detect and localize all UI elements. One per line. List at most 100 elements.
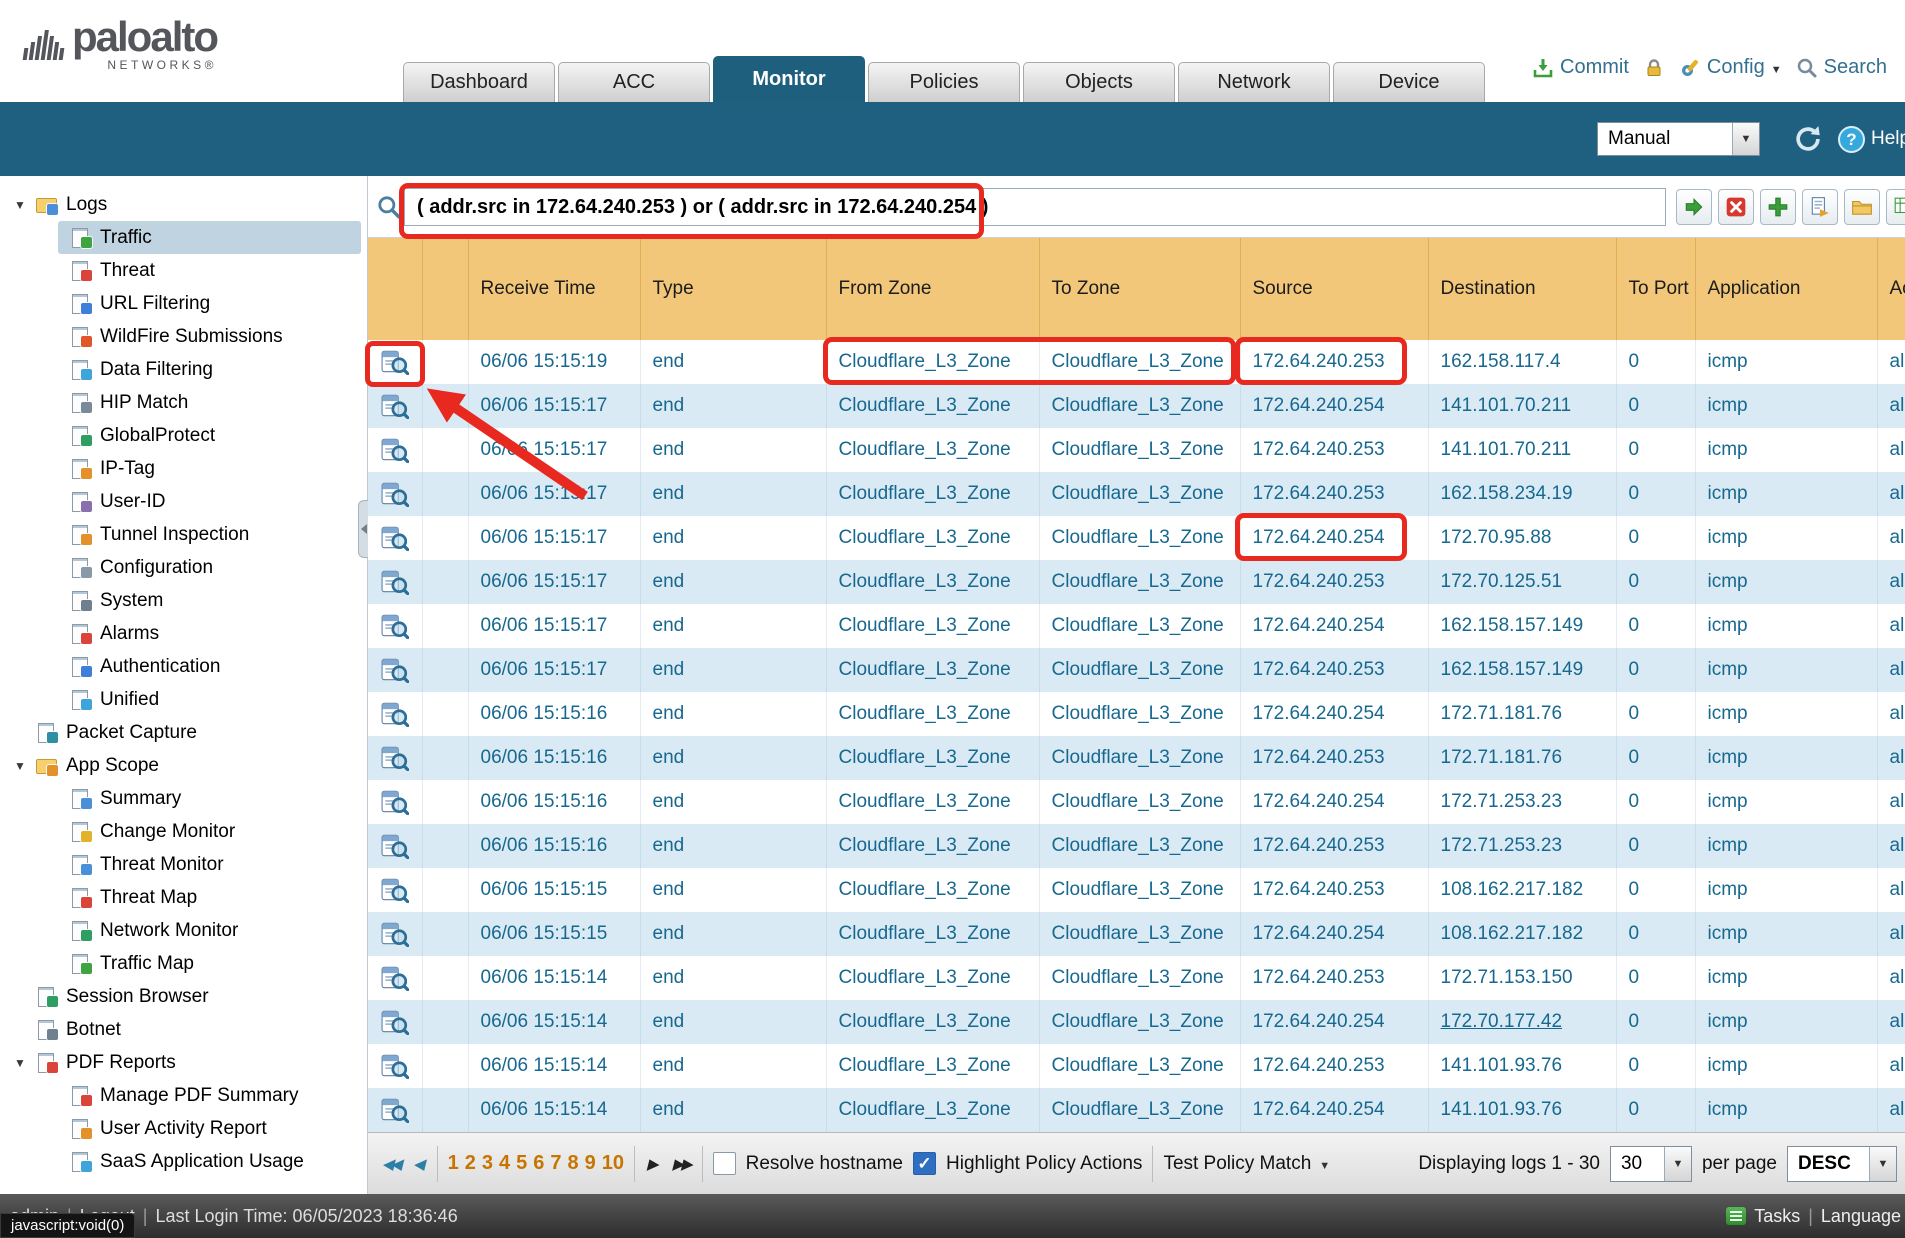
cell-action[interactable]: allow xyxy=(1877,1000,1905,1044)
cell-source[interactable]: 172.64.240.253 xyxy=(1240,560,1428,604)
sidebar-item-threat[interactable]: Threat xyxy=(58,254,361,287)
cell-to-zone[interactable]: Cloudflare_L3_Zone xyxy=(1039,1088,1240,1132)
cell-to-port[interactable]: 0 xyxy=(1616,736,1695,780)
cell-from-zone[interactable]: Cloudflare_L3_Zone xyxy=(826,692,1039,736)
cell-application[interactable]: icmp xyxy=(1695,1088,1877,1132)
cell-to-zone[interactable]: Cloudflare_L3_Zone xyxy=(1039,692,1240,736)
cell-to-zone[interactable]: Cloudflare_L3_Zone xyxy=(1039,604,1240,648)
cell-application[interactable]: icmp xyxy=(1695,824,1877,868)
cell-type[interactable]: end xyxy=(640,1044,826,1088)
cell-type[interactable]: end xyxy=(640,340,826,384)
sidebar-item-hip-match[interactable]: HIP Match xyxy=(58,386,361,419)
cell-receive-time[interactable]: 06/06 15:15:15 xyxy=(468,912,640,956)
log-detail-magnifier-icon[interactable] xyxy=(381,439,409,460)
col-header-from-zone[interactable]: From Zone xyxy=(826,238,1039,340)
sidebar-item-url-filtering[interactable]: URL Filtering xyxy=(58,287,361,320)
test-policy-match-button[interactable]: Test Policy Match xyxy=(1163,1153,1330,1175)
cell-action[interactable]: allow xyxy=(1877,516,1905,560)
cell-source[interactable]: 172.64.240.254 xyxy=(1240,604,1428,648)
cell-destination[interactable]: 141.101.93.76 xyxy=(1428,1044,1616,1088)
cell-to-port[interactable]: 0 xyxy=(1616,956,1695,1000)
cell-action[interactable]: allow xyxy=(1877,340,1905,384)
cell-application[interactable]: icmp xyxy=(1695,384,1877,428)
cell-receive-time[interactable]: 06/06 15:15:14 xyxy=(468,1088,640,1132)
cell-receive-time[interactable]: 06/06 15:15:17 xyxy=(468,516,640,560)
cell-receive-time[interactable]: 06/06 15:15:16 xyxy=(468,692,640,736)
page-number-6[interactable]: 6 xyxy=(533,1152,544,1175)
sidebar-collapse-handle[interactable] xyxy=(358,500,368,558)
cell-to-port[interactable]: 0 xyxy=(1616,1000,1695,1044)
per-page-select[interactable]: 30 xyxy=(1610,1146,1692,1182)
tab-device[interactable]: Device xyxy=(1333,62,1485,102)
cell-action[interactable]: allow xyxy=(1877,472,1905,516)
log-detail-magnifier-icon[interactable] xyxy=(381,351,409,372)
lock-icon[interactable] xyxy=(1643,57,1665,79)
cell-application[interactable]: icmp xyxy=(1695,736,1877,780)
cell-type[interactable]: end xyxy=(640,780,826,824)
search-button[interactable]: Search xyxy=(1796,56,1887,79)
cell-receive-time[interactable]: 06/06 15:15:17 xyxy=(468,428,640,472)
page-number-3[interactable]: 3 xyxy=(482,1152,493,1175)
cell-action[interactable]: allow xyxy=(1877,1088,1905,1132)
cell-application[interactable]: icmp xyxy=(1695,692,1877,736)
config-button[interactable]: Config xyxy=(1679,56,1782,79)
cell-to-port[interactable]: 0 xyxy=(1616,340,1695,384)
refresh-interval-select[interactable]: Manual xyxy=(1597,122,1760,156)
cell-to-zone[interactable]: Cloudflare_L3_Zone xyxy=(1039,912,1240,956)
cell-type[interactable]: end xyxy=(640,604,826,648)
cell-type[interactable]: end xyxy=(640,956,826,1000)
cell-to-zone[interactable]: Cloudflare_L3_Zone xyxy=(1039,472,1240,516)
cell-type[interactable]: end xyxy=(640,516,826,560)
cell-to-zone[interactable]: Cloudflare_L3_Zone xyxy=(1039,868,1240,912)
cell-application[interactable]: icmp xyxy=(1695,516,1877,560)
cell-source[interactable]: 172.64.240.254 xyxy=(1240,516,1428,560)
tab-policies[interactable]: Policies xyxy=(868,62,1020,102)
cell-source[interactable]: 172.64.240.254 xyxy=(1240,384,1428,428)
cell-from-zone[interactable]: Cloudflare_L3_Zone xyxy=(826,648,1039,692)
page-number-9[interactable]: 9 xyxy=(585,1152,596,1175)
cell-destination[interactable]: 141.101.70.211 xyxy=(1428,384,1616,428)
last-page-button[interactable] xyxy=(671,1155,692,1173)
tab-acc[interactable]: ACC xyxy=(558,62,710,102)
expander-icon[interactable] xyxy=(14,1056,36,1070)
first-page-button[interactable] xyxy=(380,1155,401,1173)
cell-action[interactable]: allow xyxy=(1877,604,1905,648)
cell-application[interactable]: icmp xyxy=(1695,780,1877,824)
help-icon[interactable] xyxy=(1838,126,1865,153)
log-detail-magnifier-icon[interactable] xyxy=(381,483,409,504)
cell-destination[interactable]: 172.71.253.23 xyxy=(1428,824,1616,868)
cell-from-zone[interactable]: Cloudflare_L3_Zone xyxy=(826,604,1039,648)
cell-to-zone[interactable]: Cloudflare_L3_Zone xyxy=(1039,648,1240,692)
commit-button[interactable]: Commit xyxy=(1532,56,1629,79)
sidebar-item-unified[interactable]: Unified xyxy=(58,683,361,716)
sidebar-item-packet-capture[interactable]: Packet Capture xyxy=(14,716,361,749)
cell-to-port[interactable]: 0 xyxy=(1616,560,1695,604)
cell-source[interactable]: 172.64.240.254 xyxy=(1240,1088,1428,1132)
cell-to-port[interactable]: 0 xyxy=(1616,1088,1695,1132)
cell-source[interactable]: 172.64.240.254 xyxy=(1240,780,1428,824)
cell-to-zone[interactable]: Cloudflare_L3_Zone xyxy=(1039,1000,1240,1044)
cell-action[interactable]: allow xyxy=(1877,868,1905,912)
sidebar-item-globalprotect[interactable]: GlobalProtect xyxy=(58,419,361,452)
log-detail-magnifier-icon[interactable] xyxy=(381,615,409,636)
cell-to-port[interactable]: 0 xyxy=(1616,648,1695,692)
cell-to-port[interactable]: 0 xyxy=(1616,692,1695,736)
cell-to-zone[interactable]: Cloudflare_L3_Zone xyxy=(1039,340,1240,384)
log-detail-magnifier-icon[interactable] xyxy=(381,659,409,680)
cell-type[interactable]: end xyxy=(640,824,826,868)
cell-type[interactable]: end xyxy=(640,472,826,516)
sidebar-item-data-filtering[interactable]: Data Filtering xyxy=(58,353,361,386)
tab-objects[interactable]: Objects xyxy=(1023,62,1175,102)
cell-destination[interactable]: 108.162.217.182 xyxy=(1428,868,1616,912)
cell-from-zone[interactable]: Cloudflare_L3_Zone xyxy=(826,472,1039,516)
log-detail-magnifier-icon[interactable] xyxy=(381,835,409,856)
next-page-button[interactable] xyxy=(645,1155,661,1173)
cell-from-zone[interactable]: Cloudflare_L3_Zone xyxy=(826,824,1039,868)
cell-receive-time[interactable]: 06/06 15:15:17 xyxy=(468,384,640,428)
cell-destination[interactable]: 172.70.177.42 xyxy=(1428,1000,1616,1044)
cell-action[interactable]: allow xyxy=(1877,956,1905,1000)
prev-page-button[interactable] xyxy=(411,1155,427,1173)
sidebar-item-saas-application-usage[interactable]: SaaS Application Usage xyxy=(58,1145,361,1178)
sidebar-item-alarms[interactable]: Alarms xyxy=(58,617,361,650)
cell-application[interactable]: icmp xyxy=(1695,560,1877,604)
